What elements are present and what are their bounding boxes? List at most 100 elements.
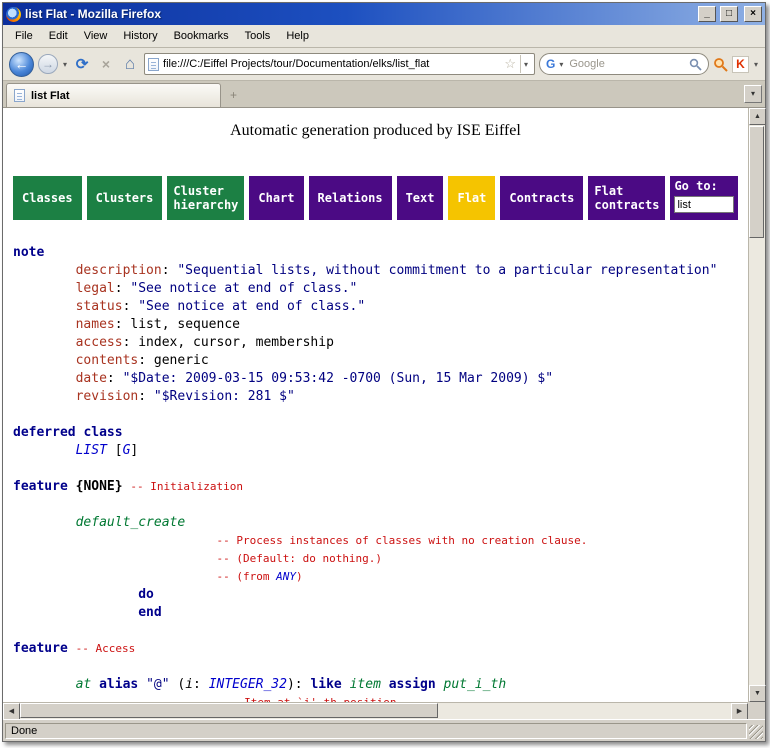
scroll-down-button[interactable]: ▼ [749, 685, 766, 702]
code-text: item [350, 677, 381, 692]
horizontal-scroll-track[interactable] [20, 703, 731, 719]
scroll-left-button[interactable]: ◀ [3, 703, 20, 720]
page-icon [148, 58, 159, 71]
code-text: assign [389, 677, 436, 692]
code-line: feature {NONE} -- Initialization [13, 478, 738, 496]
code-line: -- Process instances of classes with no … [13, 532, 738, 550]
vertical-scroll-track[interactable] [749, 125, 765, 685]
horizontal-scroll-thumb[interactable] [20, 703, 438, 718]
code-line: LIST [G] [13, 442, 738, 460]
code-line: status: "See notice at end of class." [13, 298, 738, 316]
nav-button-label: Chart [258, 191, 294, 205]
code-line: note [13, 244, 738, 262]
code-text: "Sequential lists, without commitment to… [177, 263, 717, 278]
nav-button-clusters[interactable]: Clusters [87, 176, 163, 220]
code-text: "See notice at end of class." [138, 299, 365, 314]
nav-button-label: Cluster hierarchy [173, 184, 238, 213]
code-line: access: index, cursor, membership [13, 334, 738, 352]
search-input[interactable] [567, 57, 686, 71]
code-line [13, 460, 738, 478]
toolbar-overflow-icon[interactable]: ▾ [753, 60, 759, 69]
vertical-scroll-thumb[interactable] [749, 126, 764, 238]
search-box[interactable]: G ▾ [539, 53, 709, 75]
code-line [13, 496, 738, 514]
page-title: Automatic generation produced by ISE Eif… [13, 122, 738, 140]
history-dropdown-icon[interactable]: ▾ [62, 60, 68, 69]
goto-input[interactable] [674, 196, 734, 213]
code-text: legal [76, 281, 115, 296]
nav-button-contracts[interactable]: Contracts [500, 176, 583, 220]
menu-bookmarks[interactable]: Bookmarks [166, 27, 237, 45]
code-line [13, 406, 738, 424]
scroll-right-button[interactable]: ▶ [731, 703, 748, 720]
addon-magnifier-icon[interactable] [713, 57, 728, 72]
forward-button[interactable]: → [38, 54, 58, 74]
minimize-button[interactable]: _ [698, 6, 716, 22]
nav-button-cluster-hierarchy[interactable]: Cluster hierarchy [167, 176, 244, 220]
status-bar: Done [3, 719, 765, 741]
scrollbar-corner [748, 702, 765, 719]
tab-list-dropdown-button[interactable]: ▾ [744, 85, 762, 103]
menu-file[interactable]: File [7, 27, 41, 45]
class-link[interactable]: LIST [76, 443, 107, 458]
nav-button-chart[interactable]: Chart [249, 176, 303, 220]
search-engine-dropdown-icon[interactable]: ▾ [558, 60, 564, 69]
resize-grip[interactable] [749, 725, 763, 739]
code-block: notedescription: "Sequential lists, with… [13, 244, 738, 702]
search-icon[interactable] [689, 58, 702, 71]
code-text: description [76, 263, 162, 278]
code-text: put_i_th [444, 677, 507, 692]
code-text [68, 641, 76, 656]
nav-button-flat[interactable]: Flat [448, 176, 495, 220]
code-text [342, 677, 350, 692]
code-text: end [138, 605, 161, 620]
code-text: status [76, 299, 123, 314]
title-bar[interactable]: list Flat - Mozilla Firefox _ □ × [3, 3, 765, 25]
stop-button[interactable]: × [96, 56, 116, 72]
code-text: at [76, 677, 92, 692]
page-content: Automatic generation produced by ISE Eif… [3, 108, 748, 702]
nav-button-classes[interactable]: Classes [13, 176, 82, 220]
code-text: -- Process instances of classes with no … [216, 534, 587, 547]
maximize-button[interactable]: □ [720, 6, 738, 22]
close-button[interactable]: × [744, 6, 762, 22]
nav-button-text[interactable]: Text [397, 176, 444, 220]
scroll-up-button[interactable]: ▲ [749, 108, 766, 125]
menu-tools[interactable]: Tools [237, 27, 279, 45]
tab-favicon [14, 89, 25, 102]
menu-edit[interactable]: Edit [41, 27, 76, 45]
nav-button-label: Classes [22, 191, 73, 205]
code-text: : [162, 263, 178, 278]
menu-history[interactable]: History [115, 27, 165, 45]
vertical-scrollbar[interactable]: ▲ ▼ [748, 108, 765, 702]
url-input[interactable] [163, 58, 500, 70]
tab-list-flat[interactable]: list Flat [6, 83, 221, 107]
back-button[interactable]: ← [9, 52, 34, 77]
url-dropdown-icon[interactable]: ▾ [520, 55, 531, 73]
class-link[interactable]: ANY [276, 570, 296, 583]
code-text: revision [76, 389, 139, 404]
code-text: deferred class [13, 425, 123, 440]
bookmark-star-icon[interactable]: ☆ [504, 56, 516, 72]
nav-button-label: Text [406, 191, 435, 205]
code-line: feature -- Access [13, 640, 738, 658]
class-link[interactable]: INTEGER_32 [209, 677, 287, 692]
menu-view[interactable]: View [76, 27, 116, 45]
code-text: "$Date: 2009-03-15 09:53:42 -0700 (Sun, … [123, 371, 553, 386]
firefox-logo-icon [6, 7, 21, 22]
new-tab-button[interactable]: + [224, 88, 243, 102]
horizontal-scrollbar[interactable]: ◀ ▶ [3, 702, 748, 719]
code-text: i [185, 677, 193, 692]
code-line: legal: "See notice at end of class." [13, 280, 738, 298]
addon-k-icon[interactable]: K [732, 56, 749, 73]
nav-button-flat-contracts[interactable]: Flat contracts [588, 176, 665, 220]
home-button[interactable]: ⌂ [120, 54, 140, 74]
refresh-button[interactable]: ⟳ [72, 55, 92, 73]
nav-button-relations[interactable]: Relations [309, 176, 392, 220]
menu-help[interactable]: Help [278, 27, 317, 45]
code-text: : [138, 389, 154, 404]
url-bar[interactable]: ☆ ▾ [144, 53, 535, 75]
code-text [381, 677, 389, 692]
code-text: ): [287, 677, 310, 692]
goto-cell: Go to: [670, 176, 738, 220]
